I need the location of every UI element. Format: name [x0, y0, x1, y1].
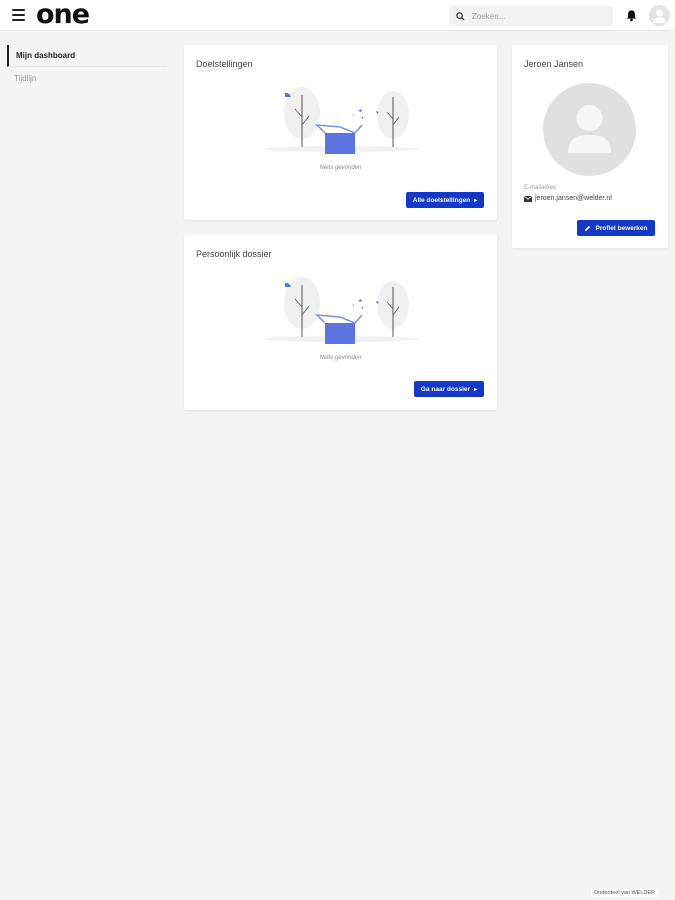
chevron-right-icon: ▸	[474, 386, 478, 393]
profile-avatar	[543, 83, 636, 176]
bell-icon[interactable]	[625, 9, 638, 22]
sidebar-item-dashboard[interactable]: Mijn dashboard	[7, 45, 167, 67]
email-label: E-mailadres	[524, 185, 557, 191]
envelope-icon	[524, 195, 532, 202]
search-icon	[456, 11, 465, 21]
sidebar: Mijn dashboard Tijdlijn	[7, 45, 167, 89]
go-to-dossier-button[interactable]: Ga naar dossier ▸	[414, 381, 484, 397]
search-box[interactable]	[449, 6, 613, 26]
dossier-card-title: Persoonlijk dossier	[196, 249, 272, 259]
goals-empty-text: Niets gevonden	[319, 165, 362, 171]
profile-name: Jeroen Jansen	[524, 59, 584, 69]
goals-card-title: Doelstellingen	[196, 59, 253, 69]
empty-box-illustration	[264, 277, 420, 344]
all-goals-button-label: Alle doelstellingen	[412, 196, 471, 204]
hamburger-icon[interactable]	[12, 9, 25, 21]
chevron-right-icon: ▸	[474, 197, 478, 204]
email-row: jeroen.jansen@welder.nl	[524, 195, 612, 202]
dossier-card: Persoonlijk dossier Niets gevonden Ga na…	[184, 235, 497, 410]
edit-profile-button[interactable]: Profiel bewerken	[577, 220, 655, 236]
user-icon	[653, 9, 666, 23]
footer-text: Onderdeel van WELDER	[590, 889, 658, 897]
search-input[interactable]	[472, 11, 602, 21]
empty-box-illustration	[264, 87, 420, 154]
top-bar: one	[0, 0, 675, 31]
sidebar-item-timeline[interactable]: Tijdlijn	[7, 67, 167, 89]
edit-profile-button-label: Profiel bewerken	[595, 224, 648, 232]
go-to-dossier-button-label: Ga naar dossier	[420, 385, 471, 393]
dossier-empty-text: Niets gevonden	[319, 355, 362, 361]
app-logo[interactable]: one	[36, 1, 90, 29]
profile-card: Jeroen Jansen E-mailadres jeroen.jansen@…	[512, 45, 668, 248]
pencil-icon	[585, 225, 591, 231]
all-goals-button[interactable]: Alle doelstellingen ▸	[406, 192, 484, 208]
user-avatar[interactable]	[649, 5, 670, 26]
user-icon	[568, 105, 611, 153]
email-value: jeroen.jansen@welder.nl	[535, 195, 612, 202]
goals-card: Doelstellingen Niets gevonden Alle doels…	[184, 45, 497, 220]
